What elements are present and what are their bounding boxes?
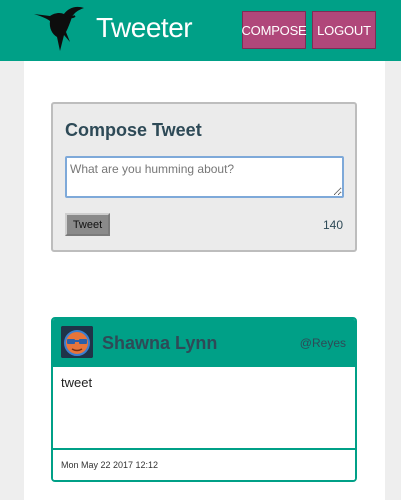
tweet-author-handle: @Reyes	[299, 336, 346, 350]
compose-tweet-panel: Compose Tweet Tweet 140	[51, 102, 357, 252]
character-counter: 140	[322, 218, 343, 232]
compose-title: Compose Tweet	[65, 120, 202, 140]
main-container: Compose Tweet Tweet 140 Shawna Lynn @Rey…	[24, 61, 385, 500]
tweet-author-name: Shawna Lynn	[102, 333, 218, 353]
tweet-submit-button[interactable]: Tweet	[65, 213, 110, 236]
tweet-card: Shawna Lynn @Reyes tweet Mon May 22 2017…	[51, 317, 357, 482]
top-nav-bar: Tweeter COMPOSE LOGOUT	[0, 0, 401, 61]
logout-button[interactable]: LOGOUT	[312, 11, 376, 49]
hummingbird-icon	[34, 4, 88, 52]
tweet-textarea[interactable]	[65, 156, 344, 198]
tweet-footer: Mon May 22 2017 12:12	[53, 448, 355, 480]
tweet-header: Shawna Lynn @Reyes	[53, 319, 355, 367]
avatar-icon	[61, 326, 93, 358]
compose-button[interactable]: COMPOSE	[241, 11, 307, 49]
tweet-timestamp: Mon May 22 2017 12:12	[61, 460, 159, 470]
brand-title: Tweeter	[96, 12, 193, 43]
tweet-content: tweet	[61, 375, 93, 390]
